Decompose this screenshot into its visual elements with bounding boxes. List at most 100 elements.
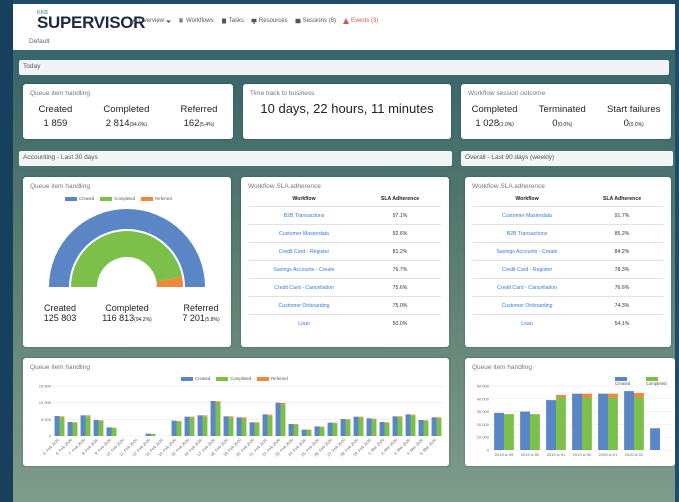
bar-created[interactable]	[171, 420, 177, 436]
workflow-link[interactable]: Customer Masterdata	[249, 224, 359, 243]
bar-referred[interactable]	[293, 424, 299, 425]
bar-referred[interactable]	[410, 414, 416, 416]
bar-referred[interactable]	[189, 416, 195, 418]
legend-created[interactable]: Created	[181, 376, 210, 381]
bar-referred[interactable]	[384, 422, 390, 423]
bar-referred[interactable]	[241, 417, 247, 419]
bar-referred[interactable]	[98, 420, 104, 421]
bar-created[interactable]	[431, 417, 437, 436]
bar-completed[interactable]	[634, 397, 644, 450]
bar-created[interactable]	[379, 422, 385, 436]
bar-completed[interactable]	[436, 418, 442, 436]
bar-completed[interactable]	[556, 397, 566, 450]
bar-referred[interactable]	[202, 415, 208, 417]
bar-created[interactable]	[340, 419, 346, 436]
bar-created[interactable]	[106, 427, 112, 436]
bar-completed[interactable]	[228, 417, 234, 436]
bar-completed[interactable]	[504, 414, 514, 450]
workflow-link[interactable]: Loan	[473, 314, 581, 333]
bar-completed[interactable]	[530, 414, 540, 450]
bar-completed[interactable]	[345, 420, 351, 436]
bar-referred[interactable]	[345, 419, 351, 420]
bar-created[interactable]	[353, 416, 359, 436]
nav-sessions[interactable]: Sessions (8)	[295, 18, 336, 24]
bar-completed[interactable]	[267, 415, 273, 436]
bar-created[interactable]	[405, 414, 411, 436]
workflow-link[interactable]: B2B Transactions	[473, 224, 581, 243]
bar-created[interactable]	[418, 420, 424, 436]
bar-completed[interactable]	[319, 427, 325, 436]
bar-completed[interactable]	[241, 418, 247, 436]
legend-completed[interactable]: Completed	[216, 376, 251, 381]
bar-created[interactable]	[210, 401, 216, 436]
bar-referred[interactable]	[280, 403, 286, 405]
bar-completed[interactable]	[59, 417, 65, 436]
bar-completed[interactable]	[306, 430, 312, 436]
bar-referred[interactable]	[358, 416, 364, 418]
bar-created[interactable]	[236, 417, 242, 436]
bar-referred[interactable]	[85, 415, 91, 417]
bar-created[interactable]	[572, 393, 582, 450]
bar-created[interactable]	[392, 416, 398, 436]
bar-created[interactable]	[494, 412, 504, 450]
bar-referred[interactable]	[634, 393, 644, 398]
bar-completed[interactable]	[98, 421, 104, 436]
bar-referred[interactable]	[176, 421, 182, 422]
bar-completed[interactable]	[189, 417, 195, 436]
bar-completed[interactable]	[582, 397, 592, 450]
nav-events[interactable]: Events (3)	[342, 18, 378, 24]
bar-referred[interactable]	[582, 393, 592, 398]
bar-created[interactable]	[145, 433, 151, 436]
bar-completed[interactable]	[85, 416, 91, 436]
bar-completed[interactable]	[72, 423, 78, 436]
nav-tasks[interactable]: Tasks	[221, 18, 244, 24]
bar-completed[interactable]	[215, 403, 221, 436]
bar-completed[interactable]	[202, 416, 208, 436]
bar-referred[interactable]	[371, 418, 377, 420]
bar-created[interactable]	[598, 393, 608, 450]
bar-created[interactable]	[275, 402, 281, 436]
bar-completed[interactable]	[608, 397, 618, 450]
bar-completed[interactable]	[410, 415, 416, 436]
bar-created[interactable]	[67, 422, 73, 436]
bar-referred[interactable]	[397, 416, 403, 418]
bar-created[interactable]	[288, 424, 294, 436]
bar-completed[interactable]	[111, 428, 117, 436]
bar-completed[interactable]	[423, 421, 429, 436]
workflow-link[interactable]: Credit Card - Cancellation	[473, 278, 581, 297]
bar-created[interactable]	[223, 416, 229, 436]
bar-completed[interactable]	[358, 417, 364, 436]
bar-completed[interactable]	[254, 423, 260, 436]
legend-referred[interactable]: Referred	[257, 376, 288, 381]
workflow-link[interactable]: Customer Onboarding	[473, 296, 581, 315]
bar-referred[interactable]	[608, 393, 618, 398]
bar-created[interactable]	[54, 416, 60, 436]
workflow-link[interactable]: Savings Accounts - Create	[473, 242, 581, 261]
legend-created[interactable]: Created	[65, 196, 94, 201]
bar-created[interactable]	[301, 429, 307, 436]
bar-created[interactable]	[249, 422, 255, 436]
bar-completed[interactable]	[176, 421, 182, 436]
bar-created[interactable]	[80, 415, 86, 436]
bar-completed[interactable]	[332, 423, 338, 436]
bar-created[interactable]	[197, 415, 203, 436]
bar-referred[interactable]	[332, 422, 338, 424]
bar-completed[interactable]	[397, 417, 403, 436]
legend-completed[interactable]: Completed	[100, 196, 135, 201]
nav-workflows[interactable]: Workflows	[178, 18, 214, 24]
bar-referred[interactable]	[436, 417, 442, 419]
legend-referred[interactable]: Referred	[141, 196, 172, 201]
workflow-link[interactable]: Credit Card - Cancellation	[249, 278, 359, 297]
bar-created[interactable]	[327, 422, 333, 436]
bar-created[interactable]	[262, 414, 268, 436]
bar-completed[interactable]	[280, 404, 286, 436]
bar-referred[interactable]	[228, 416, 234, 418]
app-logo[interactable]: SUPERVISOR	[37, 13, 145, 33]
bar-referred[interactable]	[215, 401, 221, 403]
workflow-link[interactable]: Customer Masterdata	[473, 206, 581, 225]
bar-created[interactable]	[184, 416, 190, 436]
bar-completed[interactable]	[371, 419, 377, 436]
workflow-link[interactable]: Customer Onboarding	[249, 296, 359, 315]
workflow-link[interactable]: B2B Transactions	[249, 206, 359, 225]
workflow-link[interactable]: Credit Card - Register	[473, 260, 581, 279]
